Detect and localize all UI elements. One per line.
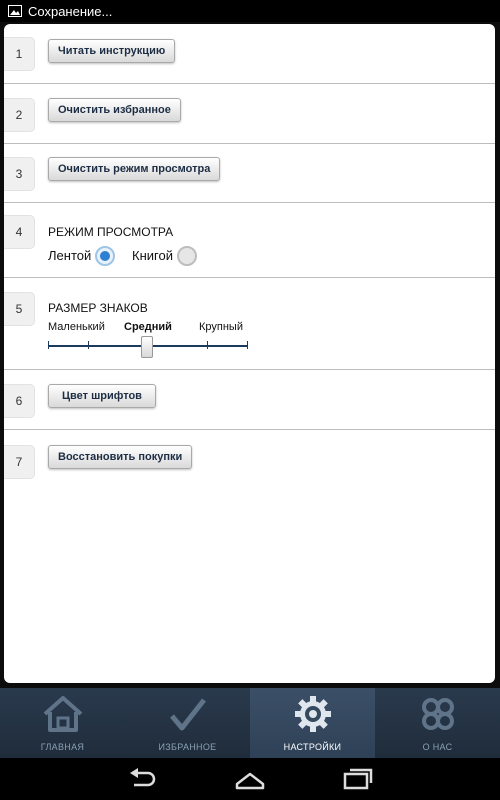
system-nav-bar [0,758,500,800]
tab-label: НАСТРОЙКИ [283,742,342,752]
clear-favorites-button[interactable]: Очистить избранное [48,98,181,122]
row-number: 6 [4,384,35,418]
row-number: 3 [4,157,35,191]
settings-row-1: 1 Читать инструкцию [4,24,495,84]
tab-label: О НАС [422,742,453,752]
view-mode-book-radio[interactable] [177,246,197,266]
slider-tick [247,341,248,349]
settings-row-5: 5 РАЗМЕР ЗНАКОВ Маленький Средний Крупны… [4,278,495,370]
font-size-title: РАЗМЕР ЗНАКОВ [48,301,148,315]
size-medium-label[interactable]: Средний [124,321,172,333]
settings-row-6: 6 Цвет шрифтов [4,370,495,430]
tab-favorites[interactable]: ИЗБРАННОЕ [125,688,250,758]
recent-apps-icon[interactable] [342,766,374,792]
tab-about[interactable]: О НАС [375,688,500,758]
tab-label: ИЗБРАННОЕ [158,742,217,752]
home-icon [43,696,82,732]
row-number: 5 [4,292,35,326]
radio-label-feed: Лентой [48,248,92,263]
settings-row-3: 3 Очистить режим просмотра [4,144,495,203]
row-number: 7 [4,445,35,479]
image-notification-icon [8,5,22,17]
view-mode-title: РЕЖИМ ПРОСМОТРА [48,225,174,239]
status-text: Сохранение... [28,3,113,19]
slider-tick [207,341,208,349]
size-small-label[interactable]: Маленький [48,321,105,333]
status-bar: Сохранение... [0,0,500,22]
settings-row-2: 2 Очистить избранное [4,84,495,144]
settings-panel: 1 Читать инструкцию 2 Очистить избранное… [4,24,495,683]
tab-home[interactable]: ГЛАВНАЯ [0,688,125,758]
font-color-button[interactable]: Цвет шрифтов [48,384,156,408]
read-instructions-button[interactable]: Читать инструкцию [48,39,176,63]
clover-icon [421,698,454,730]
size-large-label[interactable]: Крупный [199,321,243,333]
settings-row-4: 4 РЕЖИМ ПРОСМОТРА Лентой Книгой [4,203,495,278]
checkmark-icon [169,698,206,731]
radio-label-book: Книгой [132,248,173,263]
tab-settings[interactable]: НАСТРОЙКИ [250,688,375,758]
slider-tick [88,341,89,349]
home-icon[interactable] [234,766,266,792]
settings-row-7: 7 Восстановить покупки [4,430,495,490]
bottom-tab-bar: ГЛАВНАЯ ИЗБРАННОЕ НАСТРОЙКИ О НАС [0,688,500,758]
clear-view-mode-button[interactable]: Очистить режим просмотра [48,157,221,181]
view-mode-feed-radio[interactable] [95,246,115,266]
back-icon[interactable] [126,766,158,792]
font-size-slider-thumb[interactable] [141,336,153,358]
slider-tick [48,341,49,349]
row-number: 4 [4,215,35,249]
restore-purchases-button[interactable]: Восстановить покупки [48,445,193,469]
gear-icon [294,696,331,732]
tab-label: ГЛАВНАЯ [40,742,85,752]
row-number: 1 [4,37,35,71]
row-number: 2 [4,98,35,132]
